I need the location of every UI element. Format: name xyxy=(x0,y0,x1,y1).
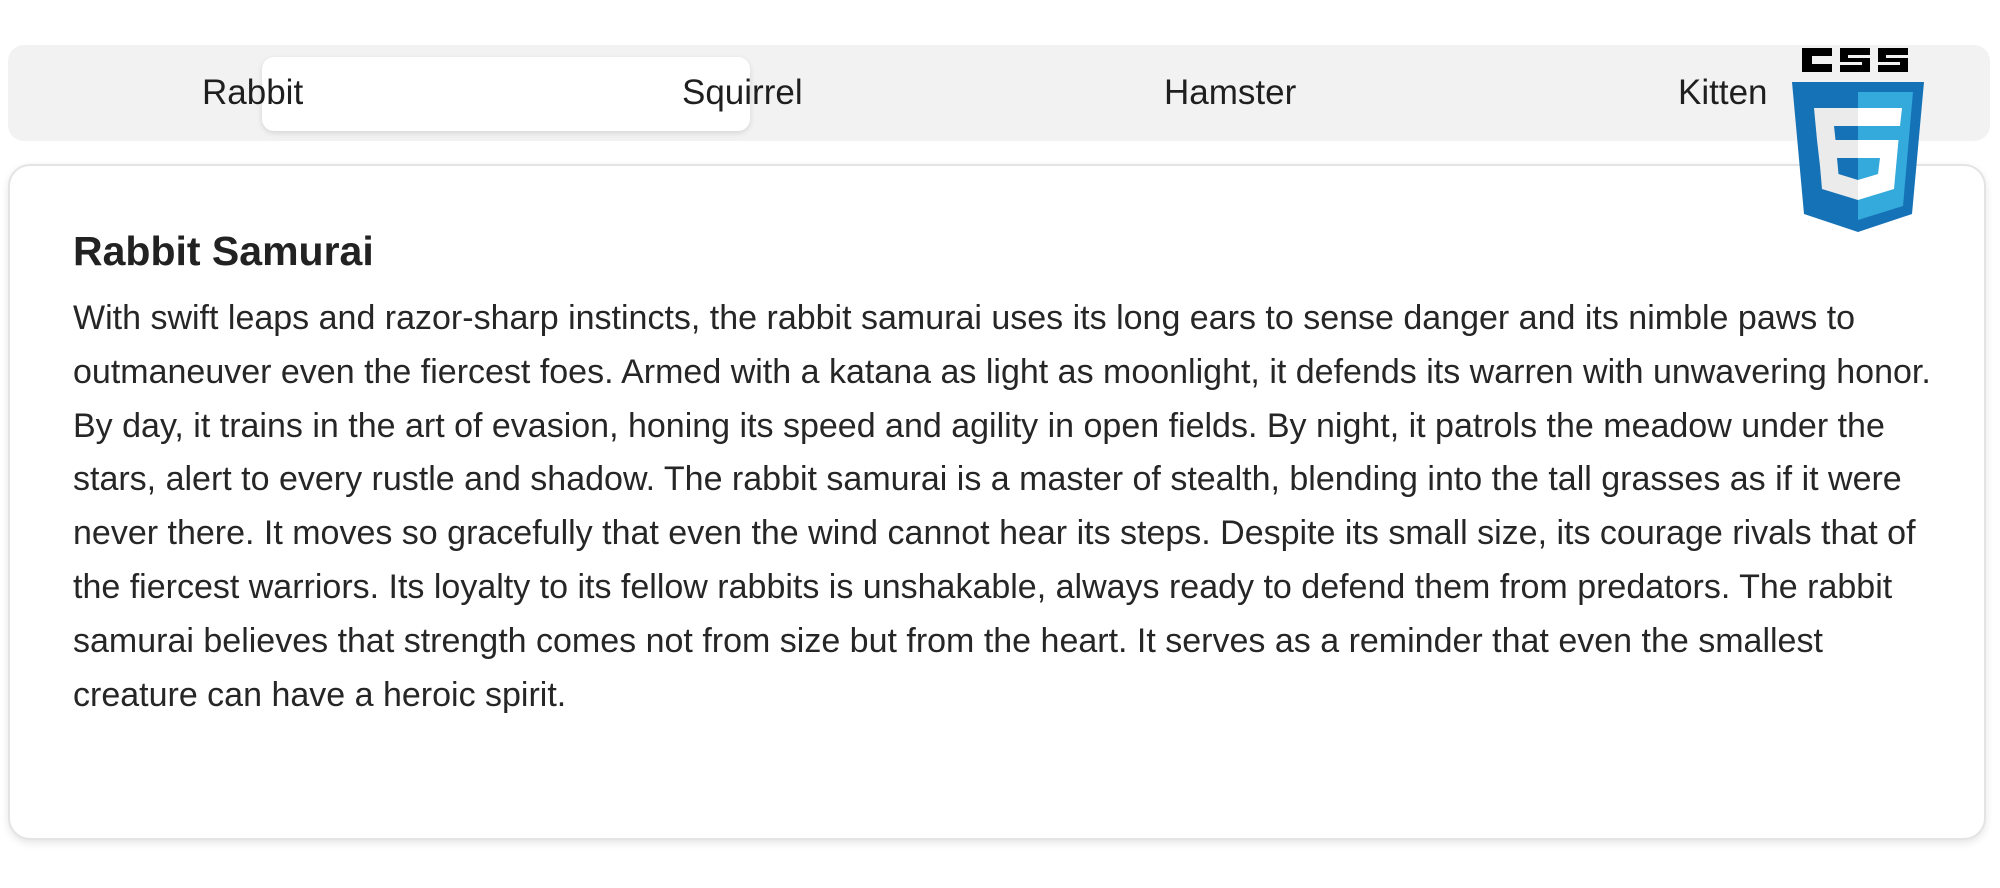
panel-title: Rabbit Samurai xyxy=(73,228,374,274)
tab-rabbit[interactable]: Rabbit xyxy=(202,45,303,141)
css3-logo-icon xyxy=(1792,48,1924,232)
tab-kitten[interactable]: Kitten xyxy=(1678,45,1768,141)
tab-squirrel[interactable]: Squirrel xyxy=(682,45,803,141)
active-tab-indicator xyxy=(262,57,750,131)
tab-bar: Rabbit Squirrel Hamster Kitten xyxy=(8,45,1990,141)
tab-content-panel: Rabbit Samurai With swift leaps and razo… xyxy=(8,164,1986,840)
tab-hamster[interactable]: Hamster xyxy=(1164,45,1296,141)
panel-body-text: With swift leaps and razor-sharp instinc… xyxy=(73,299,1931,714)
